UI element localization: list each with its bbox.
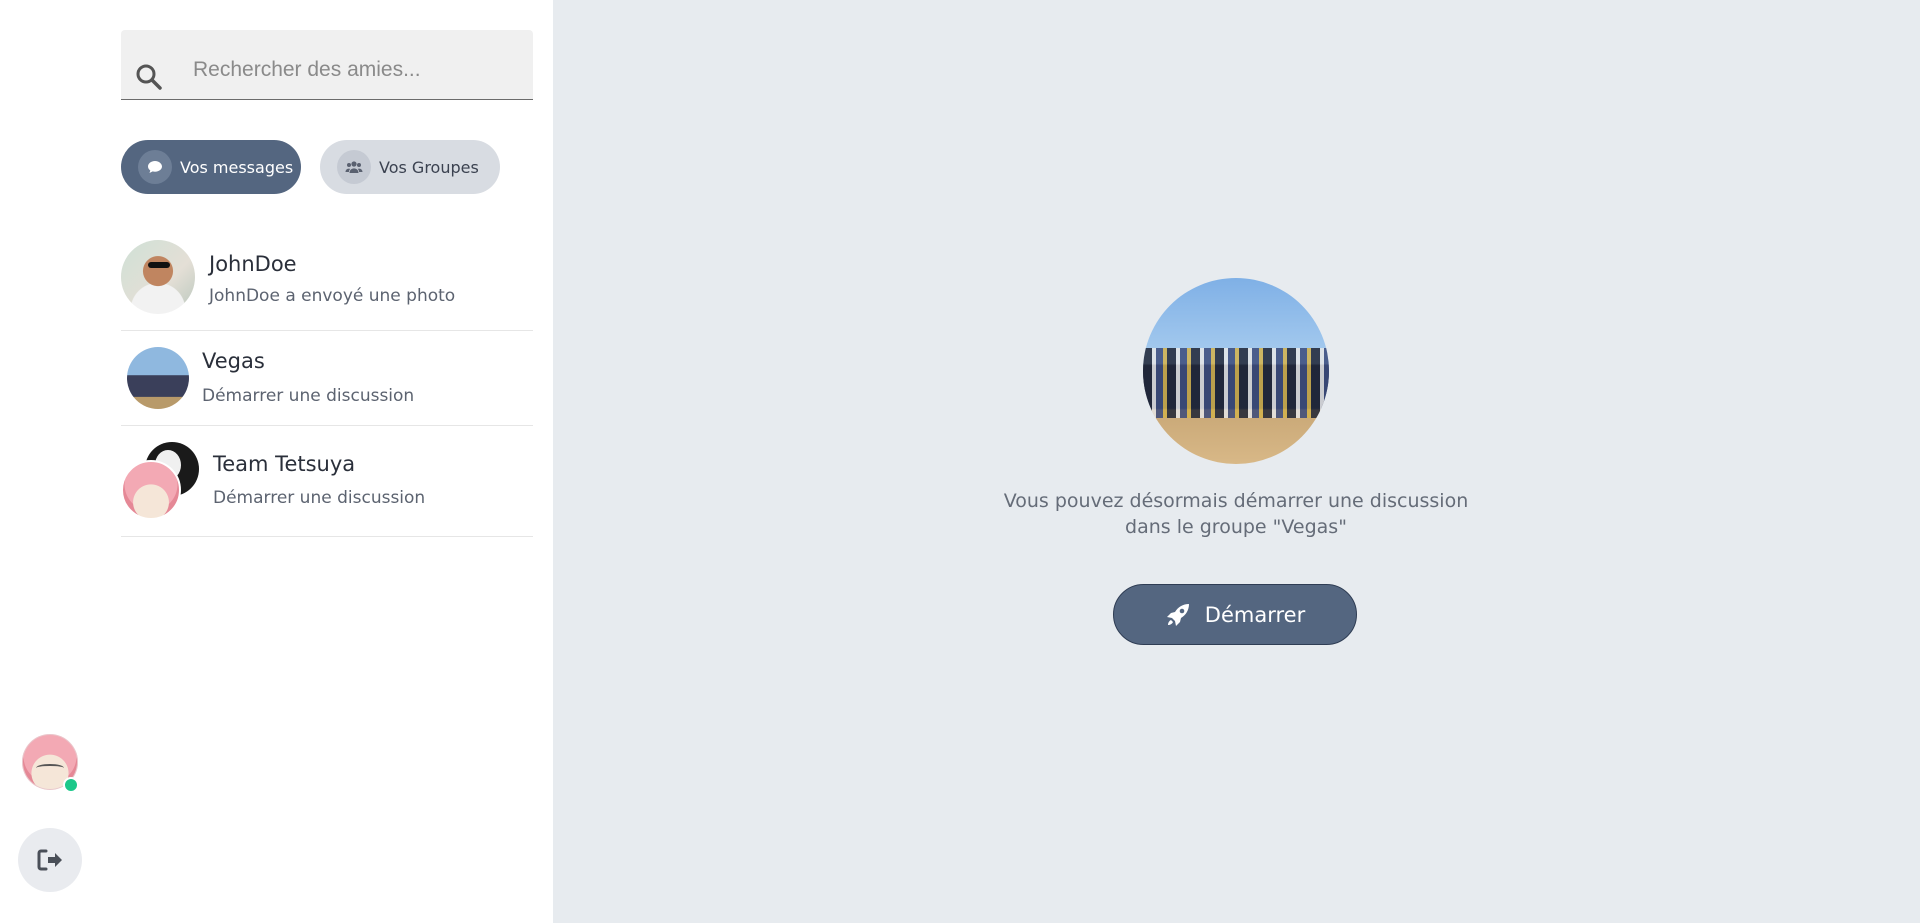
tab-messages-label: Vos messages bbox=[180, 157, 294, 177]
conversation-name: Team Tetsuya bbox=[213, 452, 356, 476]
tab-groups-label: Vos Groupes bbox=[379, 157, 479, 177]
tab-messages[interactable]: Vos messages bbox=[121, 140, 301, 194]
conversation-sidebar: Vos messages Vos Groupes JohnDoe JohnDoe… bbox=[100, 0, 553, 923]
chat-main-panel: Vous pouvez désormais démarrer une discu… bbox=[553, 0, 1920, 923]
group-photo bbox=[1143, 278, 1329, 464]
search-input[interactable] bbox=[191, 52, 515, 88]
logout-icon bbox=[37, 849, 62, 871]
empty-state-message: Vous pouvez désormais démarrer une discu… bbox=[1003, 490, 1469, 538]
online-status-indicator bbox=[63, 777, 79, 793]
search-icon bbox=[136, 64, 162, 90]
users-icon bbox=[337, 150, 371, 184]
conversation-item-vegas[interactable]: Vegas Démarrer une discussion bbox=[121, 331, 533, 426]
conversation-preview: JohnDoe a envoyé une photo bbox=[209, 286, 456, 306]
logout-button[interactable] bbox=[18, 828, 82, 892]
tab-groups[interactable]: Vos Groupes bbox=[320, 140, 500, 194]
search-box[interactable] bbox=[121, 30, 533, 100]
conversation-name: JohnDoe bbox=[209, 252, 297, 276]
app-rail bbox=[0, 0, 100, 923]
group-avatar-member bbox=[121, 460, 181, 520]
conversation-name: Vegas bbox=[202, 349, 265, 373]
start-discussion-button[interactable]: Démarrer bbox=[1113, 584, 1357, 645]
conversation-preview: Démarrer une discussion bbox=[213, 488, 426, 508]
chat-bubble-icon bbox=[138, 150, 172, 184]
start-button-label: Démarrer bbox=[1204, 602, 1306, 627]
rocket-icon bbox=[1166, 603, 1189, 626]
conversation-item-team-tetsuya[interactable]: Team Tetsuya Démarrer une discussion bbox=[121, 426, 533, 537]
conversation-preview: Démarrer une discussion bbox=[202, 386, 415, 406]
group-avatar bbox=[127, 347, 189, 409]
conversation-item-johndoe[interactable]: JohnDoe JohnDoe a envoyé une photo bbox=[121, 240, 533, 331]
avatar bbox=[121, 240, 195, 314]
